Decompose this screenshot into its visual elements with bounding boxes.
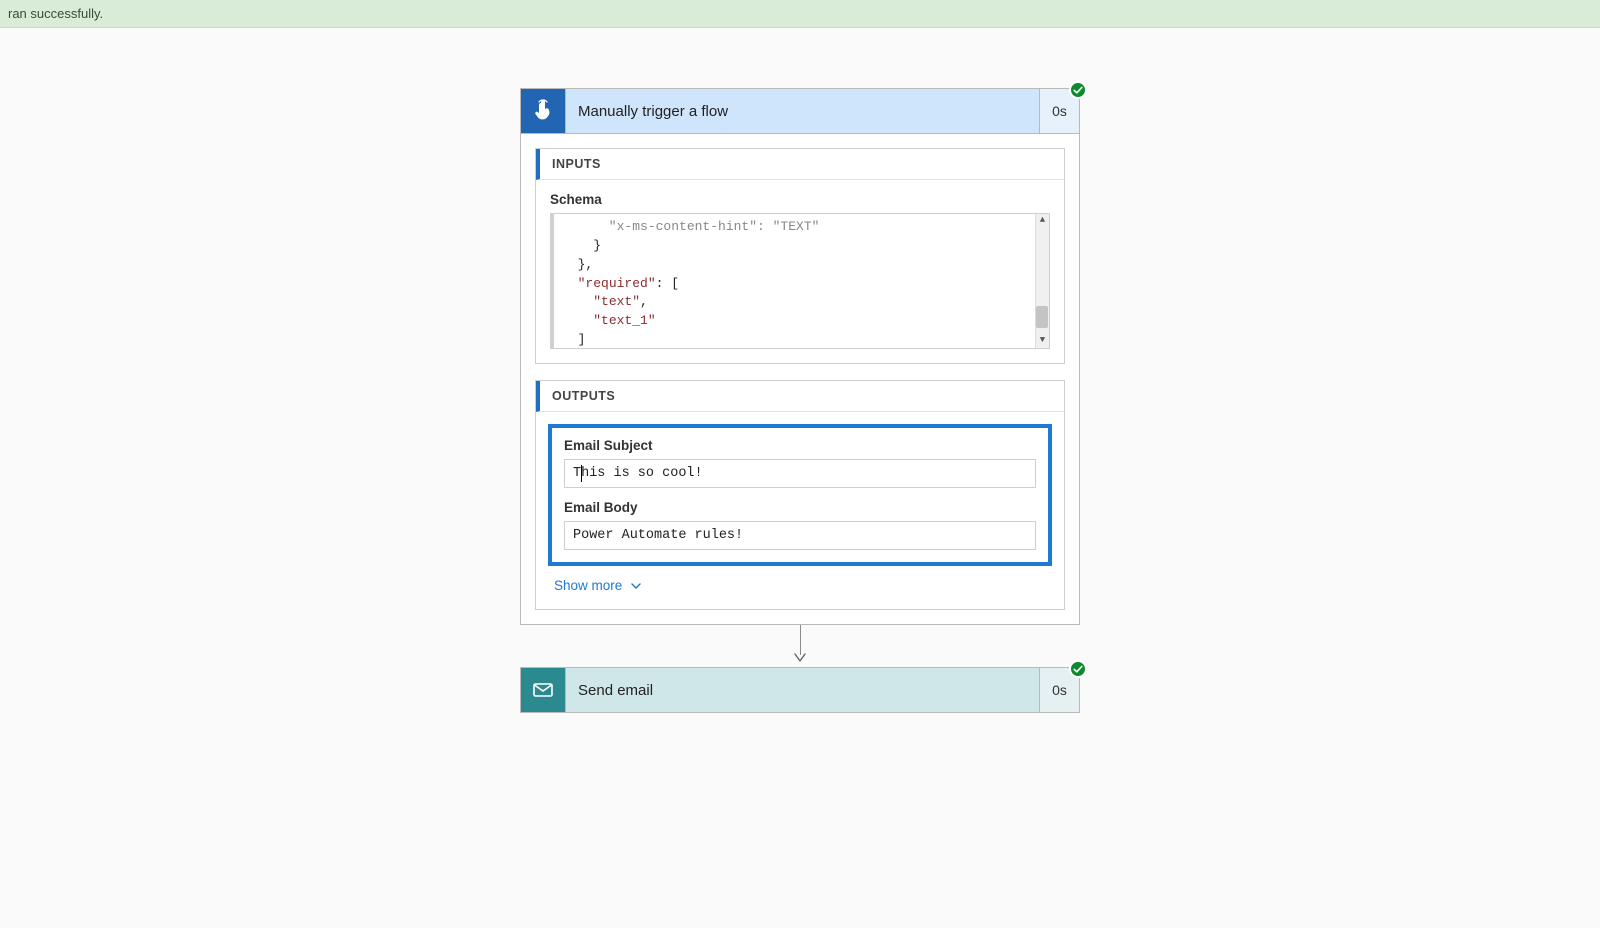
outputs-section-header: OUTPUTS bbox=[536, 381, 1064, 412]
scroll-down-icon[interactable]: ▼ bbox=[1036, 334, 1049, 348]
trigger-step-title: Manually trigger a flow bbox=[565, 89, 1039, 133]
success-banner: ran successfully. bbox=[0, 0, 1600, 28]
success-banner-text: ran successfully. bbox=[8, 6, 103, 21]
text-cursor-icon bbox=[581, 465, 582, 482]
email-body-label: Email Body bbox=[564, 500, 1036, 515]
flow-canvas: Manually trigger a flow 0s INPUTS Schema… bbox=[0, 28, 1600, 928]
schema-textarea[interactable]: "x-ms-content-hint": "TEXT" } }, "requir… bbox=[550, 213, 1050, 349]
email-subject-value[interactable]: This is so cool! bbox=[564, 459, 1036, 488]
show-more-label: Show more bbox=[554, 578, 622, 593]
trigger-step-body: INPUTS Schema "x-ms-content-hint": "TEXT… bbox=[521, 133, 1079, 624]
flow-connector bbox=[520, 625, 1080, 667]
trigger-step-card: Manually trigger a flow 0s INPUTS Schema… bbox=[520, 88, 1080, 625]
email-body-value[interactable]: Power Automate rules! bbox=[564, 521, 1036, 550]
send-email-step-title: Send email bbox=[565, 668, 1039, 712]
send-email-step-header[interactable]: Send email 0s bbox=[521, 668, 1079, 712]
schema-scrollbar[interactable]: ▲ ▼ bbox=[1035, 214, 1049, 348]
email-subject-label: Email Subject bbox=[564, 438, 1036, 453]
inputs-section-header: INPUTS bbox=[536, 149, 1064, 180]
mail-icon bbox=[521, 668, 565, 712]
inputs-section: INPUTS Schema "x-ms-content-hint": "TEXT… bbox=[535, 148, 1065, 364]
trigger-step-header[interactable]: Manually trigger a flow 0s bbox=[521, 89, 1079, 133]
scroll-thumb[interactable] bbox=[1036, 306, 1048, 328]
schema-label: Schema bbox=[550, 192, 1050, 207]
send-email-step-card: Send email 0s bbox=[520, 667, 1080, 713]
outputs-highlight-box: Email Subject This is so cool! Email Bod… bbox=[548, 424, 1052, 566]
outputs-section: OUTPUTS Email Subject This is so cool! E… bbox=[535, 380, 1065, 610]
success-check-icon bbox=[1069, 81, 1087, 99]
scroll-up-icon[interactable]: ▲ bbox=[1036, 214, 1049, 228]
success-check-icon bbox=[1069, 660, 1087, 678]
show-more-link[interactable]: Show more bbox=[550, 576, 644, 595]
manual-trigger-icon bbox=[521, 89, 565, 133]
chevron-down-icon bbox=[630, 580, 642, 592]
